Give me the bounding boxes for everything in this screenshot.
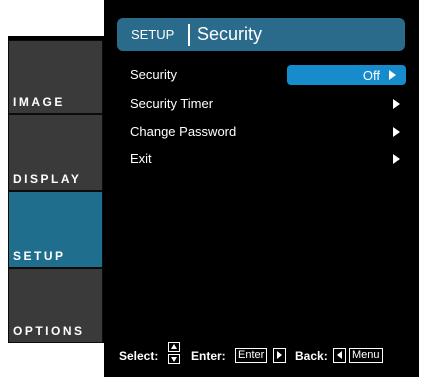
menu-panel: SETUP Security Security Off Security Tim… [104,0,419,377]
tab-image-label: IMAGE [13,95,65,109]
tab-setup[interactable]: SETUP [8,191,103,268]
tab-display-label: DISPLAY [13,172,82,186]
chevron-right-icon [393,127,400,137]
right-arrow-key-icon [273,348,286,363]
tab-display[interactable]: DISPLAY [8,114,103,191]
tab-setup-label: SETUP [13,249,66,263]
tab-image[interactable]: IMAGE [8,40,103,114]
header-title: Security [197,24,263,44]
menu-item-label: Exit [130,151,152,166]
chevron-right-icon [389,70,396,80]
security-value-selector[interactable]: Off [287,65,406,85]
menu-key: Menu [349,348,383,363]
menu-header: SETUP Security [117,18,405,51]
header-section: SETUP [131,27,175,42]
menu-item-exit[interactable]: Exit [130,149,400,169]
menu-item-label: Security Timer [130,96,214,111]
chevron-right-icon [393,154,400,164]
enter-label: Enter: [191,349,226,363]
back-label: Back: [295,349,328,363]
header-separator [188,24,190,46]
up-arrow-icon [168,342,180,352]
down-arrow-icon [168,354,180,364]
footer-help: Select: Enter: Enter Back: Menu [113,338,415,370]
menu-item-security-timer[interactable]: Security Timer [130,94,400,114]
security-value: Off [362,68,380,83]
left-arrow-key-icon [333,348,346,363]
menu-item-security[interactable]: Security Off [130,65,406,85]
menu-item-label: Change Password [130,124,237,139]
menu-item-change-password[interactable]: Change Password [130,122,400,142]
select-label: Select: [119,349,159,363]
enter-key: Enter [235,348,268,363]
menu-item-label: Security [130,67,177,82]
tab-options-label: OPTIONS [13,324,85,338]
tab-options[interactable]: OPTIONS [8,268,103,343]
sidebar: IMAGE DISPLAY SETUP OPTIONS [8,36,105,343]
up-down-icon [168,342,180,364]
chevron-right-icon [393,99,400,109]
